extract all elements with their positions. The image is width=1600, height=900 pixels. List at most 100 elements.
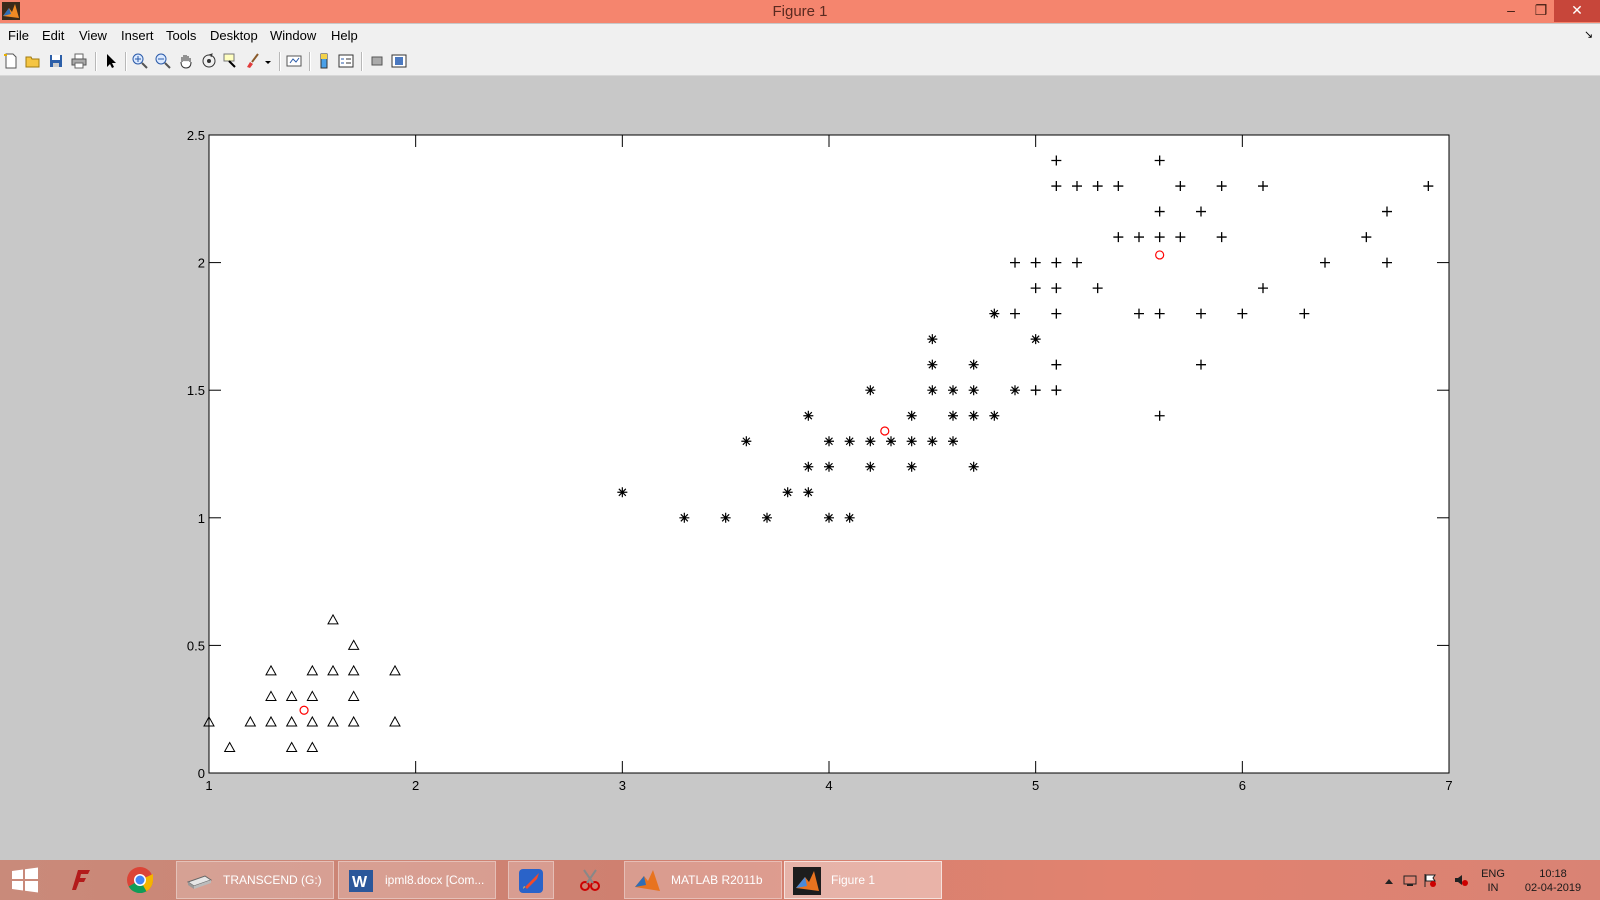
y-tick-labels: 0 0.5 1 1.5 2 2.5 (187, 128, 205, 781)
menu-view[interactable]: View (79, 28, 107, 43)
asterisk-marker (948, 410, 958, 421)
asterisk-marker (803, 410, 814, 421)
asterisk-marker (989, 410, 1000, 421)
asterisk-marker (679, 512, 690, 523)
menu-help[interactable]: Help (331, 28, 358, 43)
drive-icon (185, 867, 213, 895)
open-file-icon[interactable] (25, 53, 41, 69)
taskbar-app-label: TRANSCEND (G:) (223, 873, 322, 887)
asterisk-marker (968, 359, 979, 370)
taskbar-word[interactable]: W ipml8.docx [Com... (338, 861, 496, 899)
brush-dropdown-icon[interactable] (264, 53, 272, 69)
asterisk-marker (844, 512, 855, 523)
asterisk-marker (865, 385, 876, 396)
pan-hand-icon[interactable] (178, 53, 194, 69)
plot-axes-box (208, 134, 1450, 774)
x-tick-label: 6 (1239, 778, 1246, 793)
zoom-out-icon[interactable] (155, 53, 171, 69)
language-indicator[interactable]: ENG IN (1476, 868, 1510, 894)
menu-insert[interactable]: Insert (121, 28, 154, 43)
toolbar-separator (125, 52, 127, 71)
asterisk-marker (1010, 385, 1020, 396)
menu-window[interactable]: Window (270, 28, 316, 43)
taskbar-figure[interactable]: Figure 1 (784, 861, 942, 899)
link-plot-icon[interactable] (286, 53, 302, 69)
taskbar-rocket[interactable] (508, 861, 554, 899)
asterisk-marker (824, 461, 834, 472)
y-tick-label: 2 (198, 256, 205, 271)
asterisk-marker (762, 512, 772, 523)
dock-arrow-icon[interactable]: ↘ (1584, 28, 1593, 41)
x-tick-label: 5 (1032, 778, 1039, 793)
close-button[interactable]: ✕ (1554, 0, 1600, 22)
taskbar-foxit[interactable] (58, 861, 104, 899)
maximize-button[interactable]: ❐ (1526, 0, 1556, 22)
figure-toolbar (0, 48, 1600, 76)
taskbar-app-label: MATLAB R2011b (671, 873, 763, 887)
asterisk-marker (803, 487, 814, 498)
taskbar-matlab[interactable]: MATLAB R2011b (624, 861, 782, 899)
asterisk-marker (886, 436, 896, 447)
show-hidden-icons-icon[interactable] (1382, 874, 1396, 888)
clock-date: 02-04-2019 (1524, 882, 1582, 894)
toolbar-separator (95, 52, 97, 71)
show-plot-tools-icon[interactable] (391, 53, 407, 69)
asterisk-marker (906, 436, 917, 447)
minimize-button[interactable]: – (1496, 0, 1526, 22)
data-cursor-icon[interactable] (223, 53, 239, 69)
toolbar-separator (309, 52, 311, 71)
chrome-icon (126, 866, 154, 894)
asterisk-marker (948, 436, 958, 447)
clock[interactable]: 10:18 02-04-2019 (1516, 868, 1590, 894)
windows-start-icon (11, 867, 39, 895)
y-tick-label: 2.5 (187, 128, 205, 143)
save-icon[interactable] (48, 53, 64, 69)
start-button[interactable] (2, 861, 48, 899)
matlab-icon (633, 867, 661, 895)
asterisk-marker (824, 436, 834, 447)
asterisk-marker (1030, 334, 1041, 345)
asterisk-marker (927, 436, 938, 447)
rotate-3d-icon[interactable] (201, 53, 217, 69)
menu-file[interactable]: File (8, 28, 29, 43)
taskbar-chrome[interactable] (118, 861, 164, 899)
network-icon[interactable] (1403, 873, 1417, 887)
volume-muted-icon[interactable] (1454, 873, 1468, 887)
foxit-reader-icon (66, 866, 94, 894)
toolbar-separator (361, 52, 363, 71)
svg-text:W: W (352, 874, 368, 891)
asterisk-marker (844, 436, 855, 447)
legend-icon[interactable] (338, 53, 354, 69)
asterisk-marker (824, 512, 834, 523)
colorbar-icon[interactable] (316, 53, 332, 69)
x-tick-labels: 1 2 3 4 5 6 7 (205, 778, 1452, 793)
new-figure-icon[interactable] (3, 53, 19, 69)
taskbar-snipping[interactable] (568, 861, 614, 899)
asterisk-marker (927, 334, 938, 345)
hide-plot-tools-icon[interactable] (369, 53, 385, 69)
matlab-figure-icon (793, 867, 821, 895)
snipping-tool-icon (576, 866, 604, 894)
action-center-flag-icon[interactable] (1423, 873, 1437, 887)
taskbar-transcend[interactable]: TRANSCEND (G:) (176, 861, 334, 899)
zoom-in-icon[interactable] (132, 53, 148, 69)
x-tick-label: 2 (412, 778, 419, 793)
asterisk-marker (906, 410, 917, 421)
print-icon[interactable] (71, 53, 87, 69)
menu-tools[interactable]: Tools (166, 28, 196, 43)
asterisk-marker (927, 385, 938, 396)
brush-icon[interactable] (246, 53, 262, 69)
x-tick-label: 7 (1445, 778, 1452, 793)
taskbar-app-label: Figure 1 (831, 873, 876, 887)
toolbar-separator (279, 52, 281, 71)
menu-desktop[interactable]: Desktop (210, 28, 258, 43)
scatter-plot[interactable]: 1 2 3 4 5 6 7 0 0.5 1 1.5 2 2.5 (0, 76, 1600, 856)
asterisk-marker (720, 512, 731, 523)
menu-edit[interactable]: Edit (42, 28, 64, 43)
asterisk-marker (865, 436, 876, 447)
arrow-select-icon[interactable] (103, 53, 119, 69)
y-tick-label: 0 (198, 766, 205, 781)
asterisk-marker (617, 487, 628, 498)
window-title: Figure 1 (772, 3, 828, 20)
asterisk-marker (803, 461, 814, 472)
